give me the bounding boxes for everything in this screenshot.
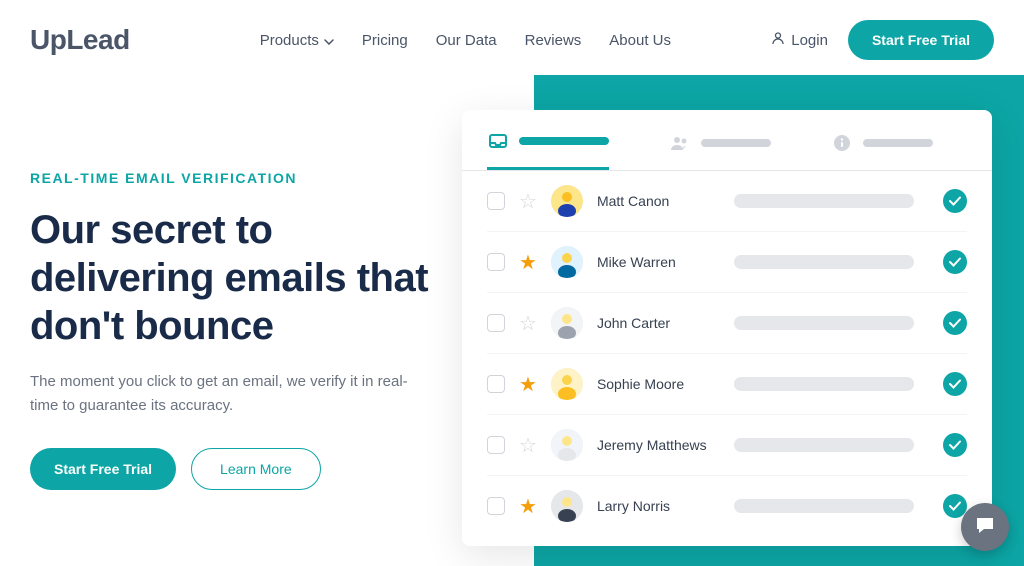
star-icon[interactable]: ☆ xyxy=(519,189,537,214)
star-icon[interactable]: ★ xyxy=(519,250,537,275)
main-nav: Products Pricing Our Data Reviews About … xyxy=(260,32,671,49)
tab-inbox[interactable] xyxy=(487,130,609,170)
hero-headline: Our secret to delivering emails that don… xyxy=(30,206,440,350)
nav-label: Products xyxy=(260,32,319,49)
lead-row[interactable]: ★ Mike Warren xyxy=(487,232,967,293)
tab-bar xyxy=(863,139,933,147)
row-checkbox[interactable] xyxy=(487,253,505,271)
tab-info[interactable] xyxy=(831,130,933,170)
verified-check-icon xyxy=(943,189,967,213)
star-icon[interactable]: ★ xyxy=(519,494,537,519)
avatar xyxy=(551,307,583,339)
nav-our-data[interactable]: Our Data xyxy=(436,32,497,49)
avatar xyxy=(551,490,583,522)
lead-name: Matt Canon xyxy=(597,193,717,209)
tab-bar xyxy=(519,137,609,145)
verified-check-icon xyxy=(943,311,967,335)
hero-secondary-button[interactable]: Learn More xyxy=(191,448,321,490)
lead-name: Larry Norris xyxy=(597,498,717,514)
nav-reviews[interactable]: Reviews xyxy=(525,32,582,49)
verified-check-icon xyxy=(943,433,967,457)
avatar xyxy=(551,368,583,400)
row-checkbox[interactable] xyxy=(487,192,505,210)
lead-name: Mike Warren xyxy=(597,254,717,270)
lead-row[interactable]: ☆ John Carter xyxy=(487,293,967,354)
header-right: Login Start Free Trial xyxy=(771,20,994,60)
star-icon[interactable]: ☆ xyxy=(519,433,537,458)
row-checkbox[interactable] xyxy=(487,436,505,454)
placeholder-bar xyxy=(734,194,914,208)
hero-primary-button[interactable]: Start Free Trial xyxy=(30,448,176,490)
hero-eyebrow: REAL-TIME EMAIL VERIFICATION xyxy=(30,170,440,186)
star-icon[interactable]: ★ xyxy=(519,372,537,397)
login-label: Login xyxy=(791,32,828,49)
tab-people[interactable] xyxy=(669,130,771,170)
card-tabs xyxy=(462,110,992,171)
lead-name: Jeremy Matthews xyxy=(597,437,717,453)
lead-name: John Carter xyxy=(597,315,717,331)
placeholder-bar xyxy=(734,255,914,269)
nav-about-us[interactable]: About Us xyxy=(609,32,671,49)
placeholder-bar xyxy=(734,377,914,391)
placeholder-bar xyxy=(734,438,914,452)
avatar xyxy=(551,185,583,217)
avatar xyxy=(551,246,583,278)
login-link[interactable]: Login xyxy=(771,31,828,49)
placeholder-bar xyxy=(734,499,914,513)
lead-row[interactable]: ★ Larry Norris xyxy=(487,476,967,536)
verified-check-icon xyxy=(943,250,967,274)
header-cta-button[interactable]: Start Free Trial xyxy=(848,20,994,60)
lead-row[interactable]: ☆ Jeremy Matthews xyxy=(487,415,967,476)
chat-widget[interactable] xyxy=(961,503,1009,551)
nav-products[interactable]: Products xyxy=(260,32,334,49)
lead-row[interactable]: ☆ Matt Canon xyxy=(487,171,967,232)
inbox-icon xyxy=(487,130,509,152)
header: UpLead Products Pricing Our Data Reviews… xyxy=(0,0,1024,80)
chat-icon xyxy=(973,513,997,542)
chevron-down-icon xyxy=(324,32,334,49)
hero-subheadline: The moment you click to get an email, we… xyxy=(30,370,410,418)
lead-name: Sophie Moore xyxy=(597,376,717,392)
row-checkbox[interactable] xyxy=(487,314,505,332)
row-checkbox[interactable] xyxy=(487,497,505,515)
user-icon xyxy=(771,31,785,49)
verified-check-icon xyxy=(943,372,967,396)
brand-logo[interactable]: UpLead xyxy=(30,24,130,56)
leads-card: ☆ Matt Canon ★ Mike Warren ☆ John Carter… xyxy=(462,110,992,546)
hero-buttons: Start Free Trial Learn More xyxy=(30,448,440,490)
avatar xyxy=(551,429,583,461)
placeholder-bar xyxy=(734,316,914,330)
row-checkbox[interactable] xyxy=(487,375,505,393)
star-icon[interactable]: ☆ xyxy=(519,311,537,336)
hero-content: REAL-TIME EMAIL VERIFICATION Our secret … xyxy=(30,110,440,490)
leads-list: ☆ Matt Canon ★ Mike Warren ☆ John Carter… xyxy=(462,171,992,536)
people-icon xyxy=(669,132,691,154)
nav-pricing[interactable]: Pricing xyxy=(362,32,408,49)
lead-row[interactable]: ★ Sophie Moore xyxy=(487,354,967,415)
info-icon xyxy=(831,132,853,154)
tab-bar xyxy=(701,139,771,147)
